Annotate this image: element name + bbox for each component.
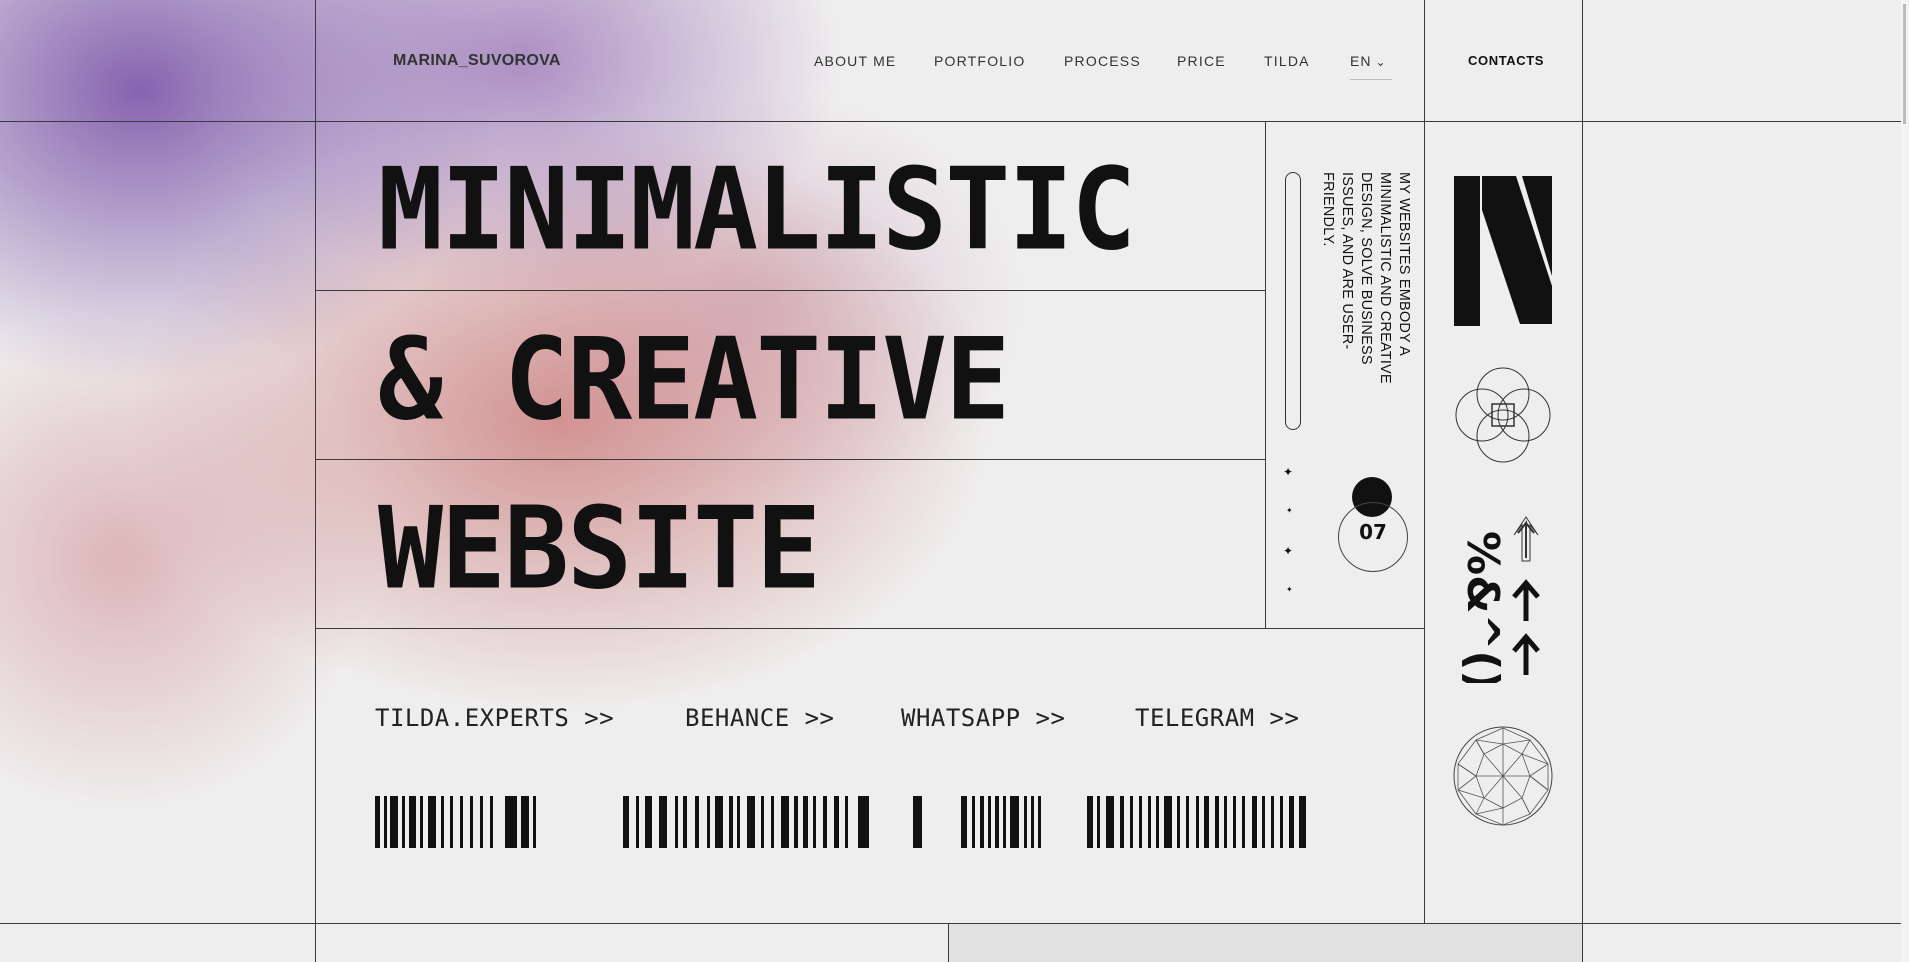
scroll-indicator xyxy=(1285,172,1301,430)
page-scrollbar[interactable] xyxy=(1901,0,1909,962)
barcode-decoration xyxy=(623,796,878,848)
nav-portfolio[interactable]: PORTFOLIO xyxy=(934,53,1025,69)
chevron-down-icon: ⌄ xyxy=(1375,55,1387,69)
barcode-decoration xyxy=(1087,796,1309,848)
counter-number: 07 xyxy=(1359,520,1387,544)
link-behance[interactable]: BEHANCE >> xyxy=(685,704,835,732)
lower-panel xyxy=(949,924,1582,962)
hero-line-2: & CREATIVE xyxy=(378,314,1010,446)
divider xyxy=(1582,0,1583,962)
sparkle-icon: ✦ xyxy=(1283,465,1294,479)
divider xyxy=(315,0,316,962)
interlocking-circles-icon xyxy=(1455,367,1551,463)
sparkle-icon: ✦ xyxy=(1283,544,1294,558)
symbols-arrows-icon: %&^() xyxy=(1457,516,1540,683)
divider xyxy=(315,459,1265,460)
link-tilda-experts[interactable]: TILDA.EXPERTS >> xyxy=(375,704,614,732)
link-whatsapp[interactable]: WHATSAPP >> xyxy=(901,704,1065,732)
language-label: EN xyxy=(1350,53,1372,69)
contacts-button[interactable]: CONTACTS xyxy=(1468,53,1544,68)
description-text: MY WEBSITES EMBODY A MINIMALISTIC AND CR… xyxy=(1320,172,1412,384)
hero-line-3: WEBSITE xyxy=(378,483,821,615)
divider xyxy=(1265,121,1266,629)
nav-tilda[interactable]: TILDA xyxy=(1264,53,1310,69)
link-telegram[interactable]: TELEGRAM >> xyxy=(1135,704,1299,732)
nav-price[interactable]: PRICE xyxy=(1177,53,1226,69)
barcode-decoration xyxy=(913,796,923,848)
svg-text:%&^(): %&^() xyxy=(1457,531,1508,683)
language-selector[interactable]: EN ⌄ xyxy=(1350,53,1392,80)
hero-line-1: MINIMALISTIC xyxy=(378,144,1136,276)
nav-process[interactable]: PROCESS xyxy=(1064,53,1141,69)
m-monogram-icon xyxy=(1454,176,1552,326)
geodesic-sphere-icon xyxy=(1453,726,1553,826)
barcode-decoration xyxy=(961,796,1056,848)
divider xyxy=(1424,0,1425,923)
barcode-decoration xyxy=(375,796,560,848)
brand-logo[interactable]: MARINA_SUVOROVA xyxy=(393,52,561,70)
sparkle-icon: ✦ xyxy=(1286,585,1293,594)
scrollbar-thumb[interactable] xyxy=(1903,4,1906,124)
divider xyxy=(315,628,1424,629)
nav-about-me[interactable]: ABOUT ME xyxy=(814,53,896,69)
divider xyxy=(0,121,1909,122)
sparkle-icon: ✦ xyxy=(1286,506,1293,515)
divider xyxy=(315,290,1265,291)
